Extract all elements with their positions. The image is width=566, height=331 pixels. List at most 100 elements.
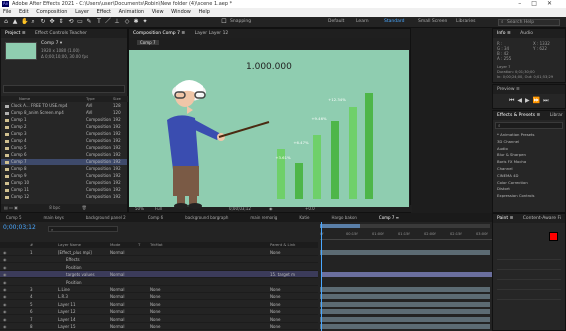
layer-duration-bar[interactable] bbox=[320, 316, 490, 322]
menu-view[interactable]: View bbox=[152, 9, 164, 15]
effects-category[interactable]: Color Correction bbox=[497, 180, 535, 187]
layer-parent-dropdown[interactable]: 15. target m bbox=[270, 271, 295, 278]
layer-name[interactable]: Layer 14 bbox=[58, 316, 76, 323]
workspace-default[interactable]: Default bbox=[328, 19, 344, 24]
project-item[interactable]: Comp 9 Composition 192 bbox=[1, 173, 127, 179]
timeline-tab[interactable]: Comp 5 bbox=[6, 213, 22, 222]
layer-name[interactable]: Effects bbox=[66, 256, 80, 263]
workspace-learn[interactable]: Learn bbox=[356, 19, 369, 24]
visibility-eye-icon[interactable]: ◉ bbox=[3, 323, 7, 330]
workspace-small-screen[interactable]: Small Screen bbox=[418, 19, 447, 24]
layer-trkmat-dropdown[interactable]: None bbox=[150, 286, 160, 293]
search-help-input[interactable]: ⌕ Search Help bbox=[498, 19, 560, 26]
tab-info[interactable]: Info ≡ bbox=[497, 31, 511, 36]
effects-category[interactable]: Channel bbox=[497, 166, 535, 173]
col-name[interactable]: Name bbox=[19, 96, 30, 102]
timeline-tab[interactable]: main keys bbox=[44, 213, 64, 222]
timeline-layer-row[interactable]: ◉ 4 L.R.3 Normal None None bbox=[0, 293, 318, 301]
playhead[interactable] bbox=[321, 222, 322, 331]
layer-name[interactable]: targets values bbox=[66, 271, 95, 278]
layer-parent-dropdown[interactable]: None bbox=[270, 249, 280, 256]
visibility-eye-icon[interactable]: ◉ bbox=[3, 301, 7, 308]
interpret-footage-icon[interactable]: ▤ bbox=[4, 205, 8, 210]
effects-category[interactable]: Expression Controls bbox=[497, 193, 535, 200]
layer-mode-dropdown[interactable]: Normal bbox=[110, 316, 124, 323]
timeline-timecode[interactable]: 0;00;03;12 bbox=[3, 224, 36, 231]
home-icon[interactable]: ⌂ bbox=[3, 19, 9, 25]
project-search-input[interactable]: ⌕ bbox=[3, 85, 125, 103]
tab-composition[interactable]: Composition Comp 7 ≡ bbox=[133, 31, 185, 36]
label-color-swatch[interactable] bbox=[5, 118, 9, 122]
timeline-layer-row[interactable]: ◉ 1 [Effect_plus mpi] Normal None bbox=[0, 249, 318, 256]
menu-edit[interactable]: Edit bbox=[19, 9, 29, 15]
layer-name[interactable]: Layer 12 bbox=[58, 308, 76, 315]
layer-duration-bar[interactable] bbox=[322, 272, 492, 278]
layer-mode-dropdown[interactable]: Normal bbox=[110, 286, 124, 293]
tab-effect-controls[interactable]: Effect Controls Teacher bbox=[35, 31, 87, 36]
layer-duration-bar[interactable] bbox=[320, 301, 490, 307]
label-color-swatch[interactable] bbox=[5, 160, 9, 164]
roto-brush-icon[interactable]: ✱ bbox=[133, 19, 139, 25]
orbit-tool-icon[interactable]: ↻ bbox=[40, 19, 46, 25]
visibility-eye-icon[interactable]: ◉ bbox=[3, 264, 7, 271]
project-item[interactable]: Comp 11 Composition 192 bbox=[1, 187, 127, 193]
tab-content-aware-fill[interactable]: Content-Aware Fi bbox=[523, 216, 561, 221]
visibility-eye-icon[interactable]: ◉ bbox=[3, 316, 7, 323]
effects-category[interactable]: Blur & Sharpen bbox=[497, 152, 535, 159]
work-area-bar[interactable] bbox=[320, 224, 490, 228]
timeline-layer-row[interactable]: ◉ 5 Layer 11 Normal None None bbox=[0, 301, 318, 308]
effects-category[interactable]: * Animation Presets bbox=[497, 132, 535, 139]
eraser-tool-icon[interactable]: ◇ bbox=[124, 19, 130, 25]
timeline-layer-row[interactable]: ◉ 8 Layer 15 Normal None None bbox=[0, 323, 318, 330]
layer-duration-bar[interactable] bbox=[320, 294, 490, 300]
timeline-layer-row[interactable]: ◉ targets values Normal 15. target m bbox=[0, 271, 318, 279]
layer-parent-dropdown[interactable]: None bbox=[270, 301, 280, 308]
project-item[interactable]: Comp 8_anim Screen.mp4 AVI 120 bbox=[1, 110, 127, 116]
hand-tool-icon[interactable]: ✋ bbox=[21, 19, 28, 25]
visibility-eye-icon[interactable]: ◉ bbox=[3, 286, 7, 293]
project-item[interactable]: Comp 2 Composition 192 bbox=[1, 124, 127, 130]
pan-tool-icon[interactable]: ✥ bbox=[49, 19, 55, 25]
foreground-color-swatch[interactable] bbox=[549, 232, 558, 241]
label-color-swatch[interactable] bbox=[5, 139, 9, 143]
project-item[interactable]: Comp 7 Composition 192 bbox=[1, 159, 127, 165]
label-color-swatch[interactable] bbox=[5, 125, 9, 129]
workspace-standard[interactable]: Standard bbox=[384, 19, 404, 24]
pen-tool-icon[interactable]: ✎ bbox=[86, 19, 92, 25]
label-color-swatch[interactable] bbox=[5, 104, 9, 108]
effects-search-input[interactable]: ⌕ bbox=[495, 122, 563, 129]
col-layer-name[interactable]: Layer Name bbox=[58, 242, 81, 248]
bpc-label[interactable]: 8 bpc bbox=[49, 205, 60, 210]
layer-trkmat-dropdown[interactable]: None bbox=[150, 308, 160, 315]
layer-name[interactable]: Position bbox=[66, 264, 82, 271]
timeline-layer-row[interactable]: ◉ Position bbox=[0, 279, 318, 286]
menu-window[interactable]: Window bbox=[171, 9, 191, 15]
visibility-eye-icon[interactable]: ◉ bbox=[3, 279, 7, 286]
timeline-tab[interactable]: Comp 7 ≡ bbox=[379, 213, 399, 222]
project-item[interactable]: Comp 4 Composition 192 bbox=[1, 138, 127, 144]
col-size[interactable]: Size bbox=[113, 96, 121, 102]
timeline-tab[interactable]: Katie bbox=[299, 213, 309, 222]
clone-stamp-icon[interactable]: ⊥ bbox=[114, 19, 120, 25]
menu-file[interactable]: File bbox=[3, 9, 11, 15]
zoom-tool-icon[interactable]: ⌕ bbox=[30, 19, 36, 25]
layer-name[interactable]: Position bbox=[66, 279, 82, 286]
timeline-layer-row[interactable]: ◉ Effects bbox=[0, 256, 318, 264]
timeline-layer-row[interactable]: ◉ 7 Layer 14 Normal None None bbox=[0, 316, 318, 323]
label-color-swatch[interactable] bbox=[5, 167, 9, 171]
timeline-layer-row[interactable]: ◉ Position bbox=[0, 264, 318, 271]
layer-duration-bar[interactable] bbox=[320, 287, 490, 292]
visibility-eye-icon[interactable]: ◉ bbox=[3, 308, 7, 315]
preview-controls[interactable]: ⏮◀▶⏩⏭ bbox=[509, 97, 552, 105]
workspace-libraries[interactable]: Libraries bbox=[456, 19, 475, 24]
layer-trkmat-dropdown[interactable]: None bbox=[150, 293, 160, 300]
layer-mode-dropdown[interactable]: Normal bbox=[110, 271, 124, 278]
visibility-eye-icon[interactable]: ◉ bbox=[3, 271, 7, 278]
type-tool-icon[interactable]: T bbox=[96, 19, 102, 25]
timeline-track-area[interactable] bbox=[320, 249, 493, 331]
project-item[interactable]: Clock A... FREE TO USE.mp4 AVI 128 bbox=[1, 103, 127, 109]
layer-trkmat-dropdown[interactable]: None bbox=[150, 316, 160, 323]
layer-mode-dropdown[interactable]: Normal bbox=[110, 293, 124, 300]
layer-mode-dropdown[interactable]: Normal bbox=[110, 301, 124, 308]
menu-animation[interactable]: Animation bbox=[119, 9, 145, 15]
